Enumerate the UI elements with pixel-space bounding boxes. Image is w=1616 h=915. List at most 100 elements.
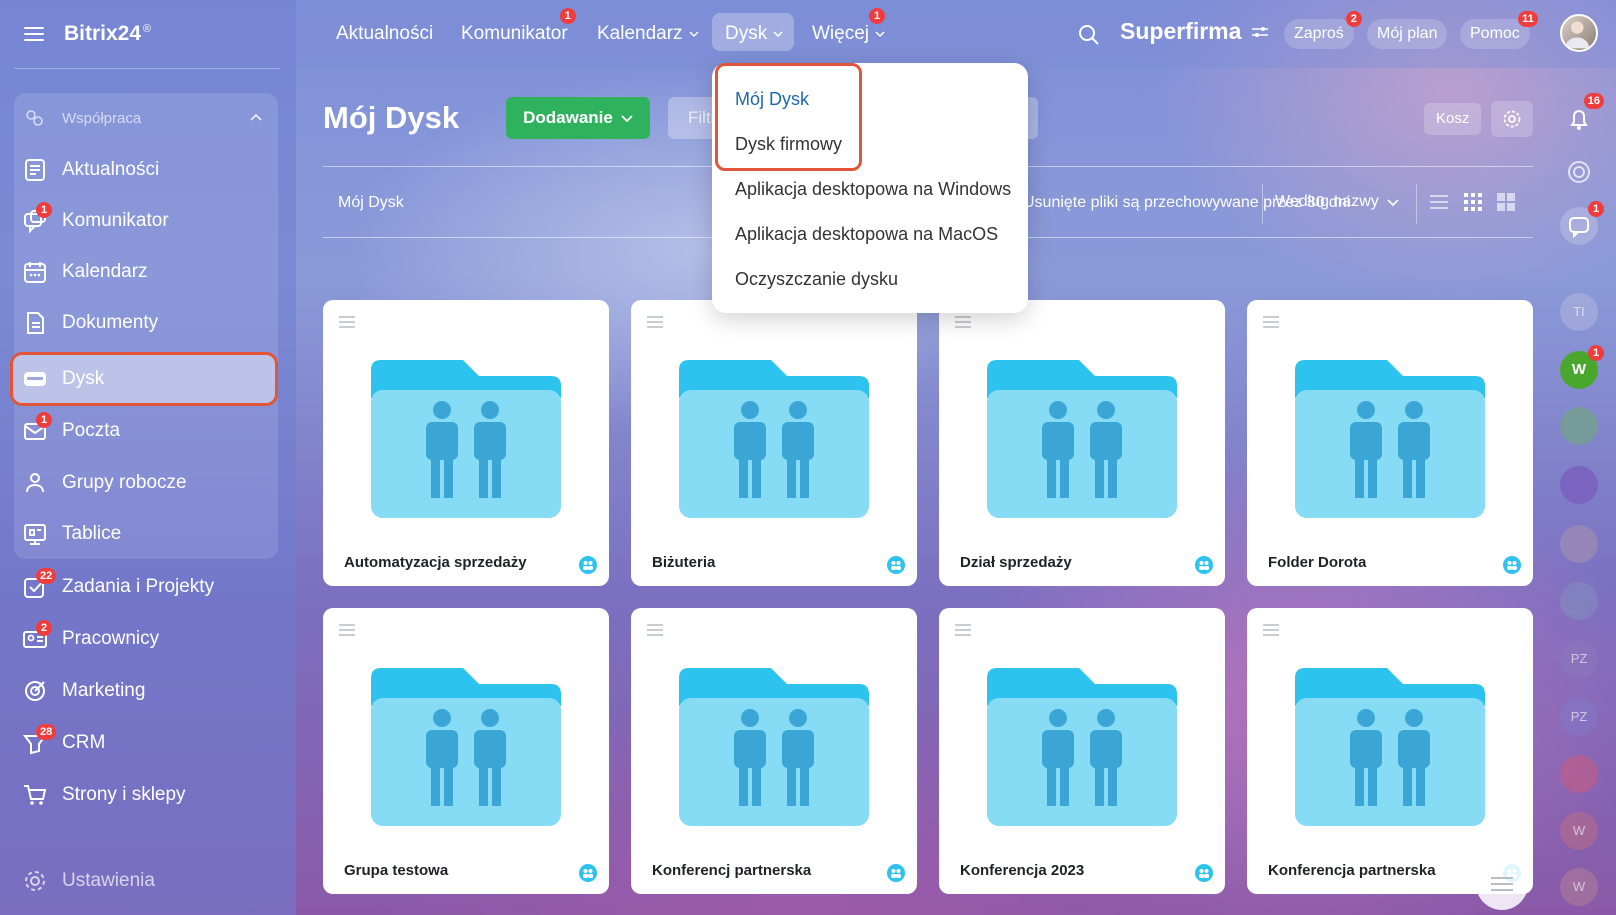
topnav-item-drive[interactable]: Dysk — [725, 20, 783, 48]
notifications-button[interactable]: 16 — [1560, 93, 1604, 137]
search-icon[interactable] — [1078, 24, 1100, 46]
sidebar-item-label: Ustawienia — [62, 870, 155, 891]
add-button[interactable]: Dodawanie — [506, 97, 650, 139]
sidebar-item-settings[interactable]: Ustawienia — [22, 864, 272, 898]
folder-card[interactable]: Konferencja partnerska — [1247, 608, 1533, 894]
drag-handle-icon[interactable] — [1263, 624, 1279, 636]
folder-card[interactable]: Konferencja 2023 — [939, 608, 1225, 894]
drag-handle-icon[interactable] — [339, 316, 355, 328]
rail-avatar-w[interactable]: W1 — [1560, 345, 1604, 389]
collaboration-icon — [26, 110, 43, 126]
sidebar-item-sites[interactable]: Strony i sklepy — [22, 778, 272, 812]
chevron-up-icon[interactable] — [250, 112, 262, 124]
group-folder-icon — [1295, 668, 1485, 826]
topnav-item-chat[interactable]: Komunikator 1 — [461, 8, 576, 48]
video-call-button[interactable] — [1560, 755, 1598, 793]
topnav-item-news[interactable]: Aktualności — [336, 20, 433, 48]
folder-card[interactable]: Konferencj partnerska — [631, 608, 917, 894]
plan-button[interactable]: Mój plan — [1367, 19, 1448, 49]
sidebar-item-tasks[interactable]: 22 Zadania i Projekty — [22, 568, 272, 604]
invite-button[interactable]: Zaproś 2 — [1284, 11, 1362, 49]
folder-name: Konferencj partnerska — [652, 862, 812, 879]
topnav-label: Dysk — [725, 23, 768, 44]
employees-icon: 2 — [22, 620, 52, 652]
breadcrumb[interactable]: Mój Dysk — [338, 194, 404, 212]
rail-avatar-spiral[interactable] — [1560, 466, 1598, 504]
rail-avatar-w[interactable]: W — [1560, 812, 1598, 850]
sidebar-item-crm[interactable]: 28 CRM — [22, 724, 272, 760]
folder-card[interactable]: Dział sprzedaży — [939, 300, 1225, 586]
rail-avatar-ti[interactable]: TI — [1560, 293, 1598, 331]
scroll-to-top-button[interactable] — [1476, 858, 1528, 910]
folder-card[interactable]: Folder Dorota — [1247, 300, 1533, 586]
topnav-label: Kalendarz — [597, 23, 683, 44]
sidebar-item-label: Grupy robocze — [62, 472, 187, 493]
large-tiles-icon[interactable] — [1495, 191, 1517, 213]
groups-icon — [22, 470, 48, 496]
chat-rail-badge: 1 — [1588, 201, 1604, 217]
sidebar-item-label: Aktualności — [62, 159, 160, 180]
sidebar-group-label: Współpraca — [62, 109, 142, 127]
sidebar-item-chat[interactable]: 1 Komunikator — [22, 202, 272, 238]
drag-handle-icon[interactable] — [955, 316, 971, 328]
drag-handle-icon[interactable] — [647, 624, 663, 636]
topnav-item-more[interactable]: Więcej 1 — [812, 8, 886, 48]
drag-handle-icon[interactable] — [339, 624, 355, 636]
chevron-down-icon — [875, 31, 885, 38]
invite-badge: 2 — [1345, 11, 1362, 27]
page-title: Mój Dysk — [323, 100, 460, 135]
drag-handle-icon[interactable] — [955, 624, 971, 636]
sidebar-item-marketing[interactable]: Marketing — [22, 674, 272, 708]
notifications-badge: 16 — [1583, 93, 1604, 109]
trash-button[interactable]: Kosz — [1424, 103, 1482, 135]
copilot-button[interactable] — [1560, 153, 1598, 191]
sliders-icon — [1252, 26, 1269, 37]
sidebar-item-boards[interactable]: Tablice — [22, 517, 272, 551]
list-view-icon[interactable] — [1428, 191, 1450, 213]
rail-avatar-photo[interactable] — [1560, 525, 1598, 563]
rail-avatar-initial: W — [1571, 361, 1587, 378]
avatar[interactable] — [1560, 14, 1598, 52]
folder-name: Biżuteria — [652, 554, 716, 571]
sidebar-item-calendar[interactable]: Kalendarz — [22, 255, 272, 289]
drag-handle-icon[interactable] — [647, 316, 663, 328]
grid-view-icon[interactable] — [1462, 191, 1484, 213]
menu-item-macos-app[interactable]: Aplikacja desktopowa na MacOS — [735, 224, 998, 245]
rail-avatar-w[interactable]: W — [1560, 868, 1598, 906]
news-icon — [22, 157, 48, 183]
sidebar-item-drive[interactable]: Dysk — [22, 362, 272, 396]
help-badge: 11 — [1518, 11, 1538, 27]
sidebar-item-employees[interactable]: 2 Pracownicy — [22, 620, 272, 656]
sidebar-item-mail[interactable]: 1 Poczta — [22, 412, 272, 448]
topnav-item-calendar[interactable]: Kalendarz — [597, 20, 699, 48]
help-button[interactable]: Pomoc 11 — [1460, 11, 1538, 49]
logo[interactable]: Bitrix24 ® — [64, 22, 151, 46]
menu-item-windows-app[interactable]: Aplikacja desktopowa na Windows — [735, 179, 1011, 200]
folder-card[interactable]: Biżuteria — [631, 300, 917, 586]
sidebar-item-documents[interactable]: Dokumenty — [22, 306, 272, 340]
folder-name: Dział sprzedaży — [960, 554, 1072, 571]
rail-avatar-group[interactable] — [1560, 582, 1598, 620]
sort-select[interactable]: Według nazwy — [1275, 193, 1399, 211]
rail-avatar-photo[interactable] — [1560, 407, 1598, 445]
sidebar-group-header[interactable]: Współpraca — [24, 108, 141, 128]
user-avatar-icon — [1564, 21, 1590, 49]
drag-handle-icon[interactable] — [1263, 316, 1279, 328]
chevron-down-icon — [689, 31, 699, 38]
folder-card[interactable]: Automatyzacja sprzedaży — [323, 300, 609, 586]
menu-item-disk-cleanup[interactable]: Oczyszczanie dysku — [735, 269, 898, 290]
settings-button[interactable] — [1491, 101, 1533, 137]
company-name[interactable]: Superfirma — [1120, 18, 1269, 45]
chat-rail-button[interactable]: 1 — [1560, 201, 1604, 245]
sidebar-item-groups[interactable]: Grupy robocze — [22, 466, 272, 500]
folder-name: Folder Dorota — [1268, 554, 1367, 571]
rail-avatar-pz[interactable]: PZ — [1560, 698, 1598, 736]
rail-avatar-pz[interactable]: PZ — [1560, 640, 1598, 678]
marketing-icon — [22, 678, 48, 704]
folder-card[interactable]: Grupa testowa — [323, 608, 609, 894]
rail-avatar-badge: 1 — [1588, 345, 1604, 361]
invite-label: Zaproś — [1294, 25, 1344, 42]
group-folder-icon — [679, 360, 869, 518]
sidebar-item-news[interactable]: Aktualności — [22, 153, 272, 187]
menu-icon[interactable] — [24, 27, 44, 41]
